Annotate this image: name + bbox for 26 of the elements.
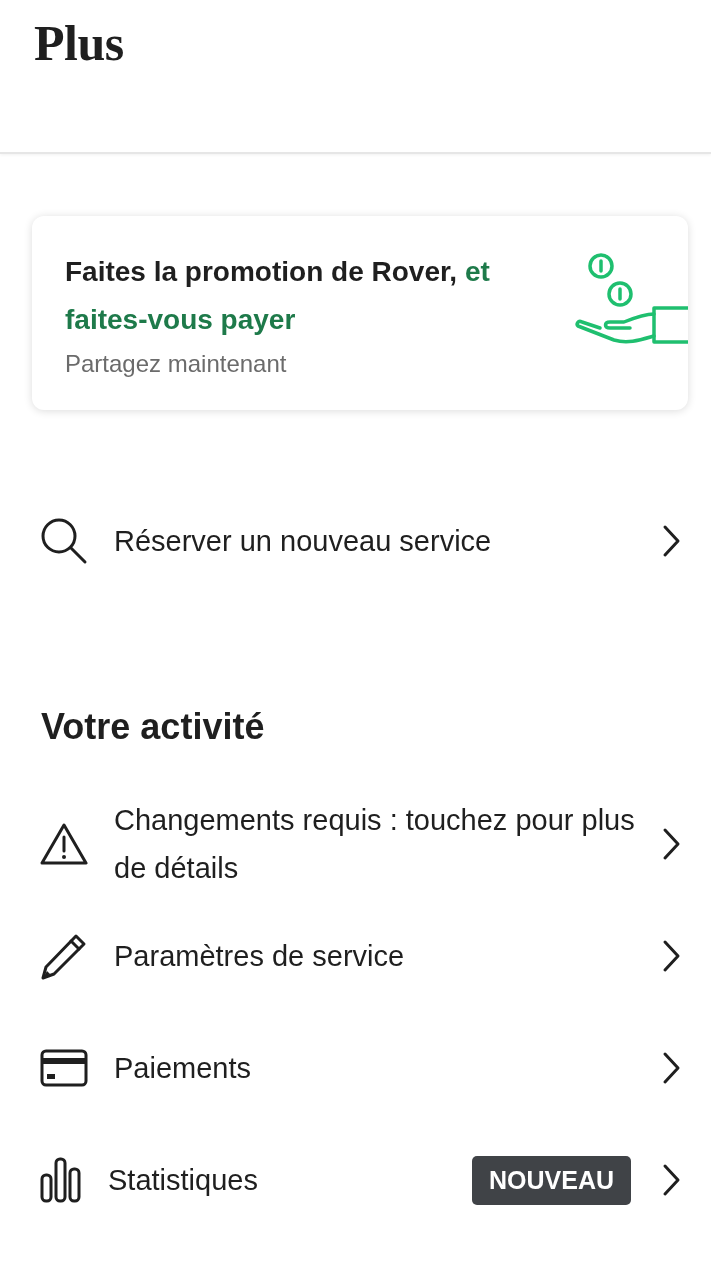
row-label: Réserver un nouveau service [114, 524, 493, 559]
search-service-row[interactable]: Réserver un nouveau service [0, 486, 711, 596]
promo-subtitle: Partagez maintenant [65, 350, 288, 378]
warning-icon [40, 822, 88, 866]
credit-card-icon [40, 1049, 88, 1087]
row-label: Changements requis : touchez pour plus de détails [114, 803, 635, 886]
search-icon [40, 517, 88, 565]
chevron-right-icon [661, 1163, 681, 1197]
promo-title: Faites la promotion de Rover, et faites-vous payer [65, 255, 491, 337]
chevron-right-icon [661, 939, 681, 973]
page-title: Plus [34, 14, 125, 72]
bar-chart-icon [40, 1157, 82, 1203]
section-title: Votre activité [41, 706, 266, 748]
row-label: Statistiques [108, 1163, 259, 1198]
row-label: Paiements [114, 1051, 252, 1086]
promo-card[interactable]: Faites la promotion de Rover, et faites-vous payer Partagez maintenant [32, 216, 688, 410]
activity-row[interactable]: Statistiques NOUVEAU [0, 1124, 711, 1236]
activity-row[interactable]: Paramètres de service [0, 900, 711, 1012]
activity-row[interactable]: Changements requis : touchez pour plus de détails [0, 788, 711, 900]
row-label: Paramètres de service [114, 939, 406, 974]
chevron-right-icon [661, 1051, 681, 1085]
activity-row[interactable]: Paiements [0, 1012, 711, 1124]
chevron-right-icon [661, 524, 681, 558]
new-badge: NOUVEAU [472, 1155, 631, 1205]
chevron-right-icon [661, 827, 681, 861]
pencil-icon [40, 932, 88, 980]
